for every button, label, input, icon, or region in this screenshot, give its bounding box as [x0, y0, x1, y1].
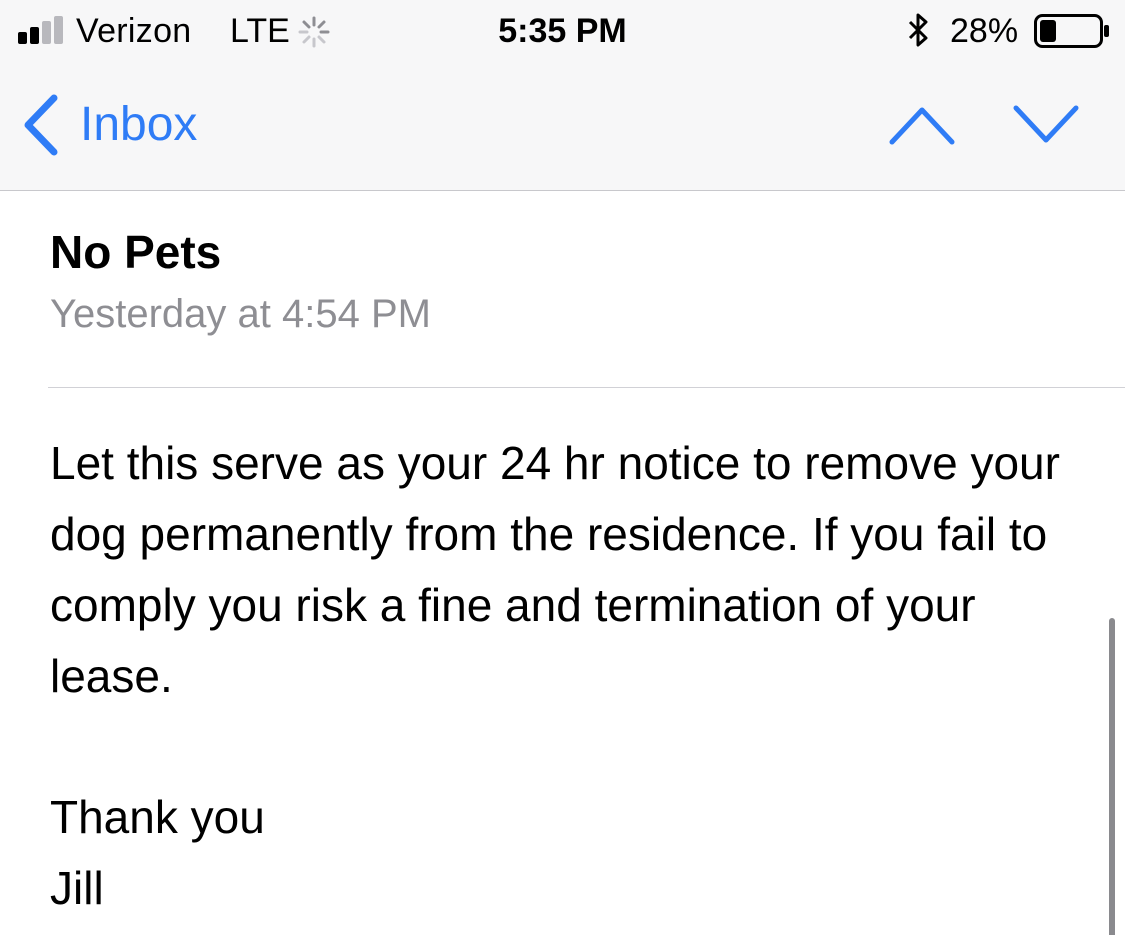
back-to-inbox-button[interactable]: Inbox [18, 92, 197, 158]
chevron-down-icon [1013, 105, 1079, 143]
chevron-left-icon [24, 94, 58, 156]
mail-message-screen: Verizon LTE 5:35 PM 28% Inbox No Pets Ye… [0, 0, 1125, 935]
message-body: Let this serve as your 24 hr notice to r… [50, 428, 1090, 712]
battery-percent: 28% [950, 12, 1019, 50]
message-signature: Jill [50, 862, 104, 914]
battery-icon [1034, 14, 1109, 48]
top-chrome: Verizon LTE 5:35 PM 28% Inbox [0, 0, 1125, 191]
scroll-indicator[interactable] [1109, 618, 1115, 935]
previous-message-button[interactable] [888, 98, 956, 150]
message-closing: Thank you [50, 791, 265, 843]
bluetooth-icon [908, 13, 928, 47]
header-divider [48, 387, 1125, 388]
back-button-label: Inbox [80, 98, 198, 151]
message-date: Yesterday at 4:54 PM [50, 292, 431, 336]
message-subject: No Pets [50, 226, 222, 278]
status-bar: Verizon LTE 5:35 PM 28% [0, 0, 1125, 62]
navigation-bar: Inbox [0, 62, 1125, 190]
chevron-up-icon [889, 107, 955, 145]
message-body-text: Let this serve as your 24 hr notice to r… [50, 437, 1060, 702]
message-signoff: Thank you Jill [50, 782, 265, 924]
next-message-button[interactable] [1012, 98, 1080, 150]
